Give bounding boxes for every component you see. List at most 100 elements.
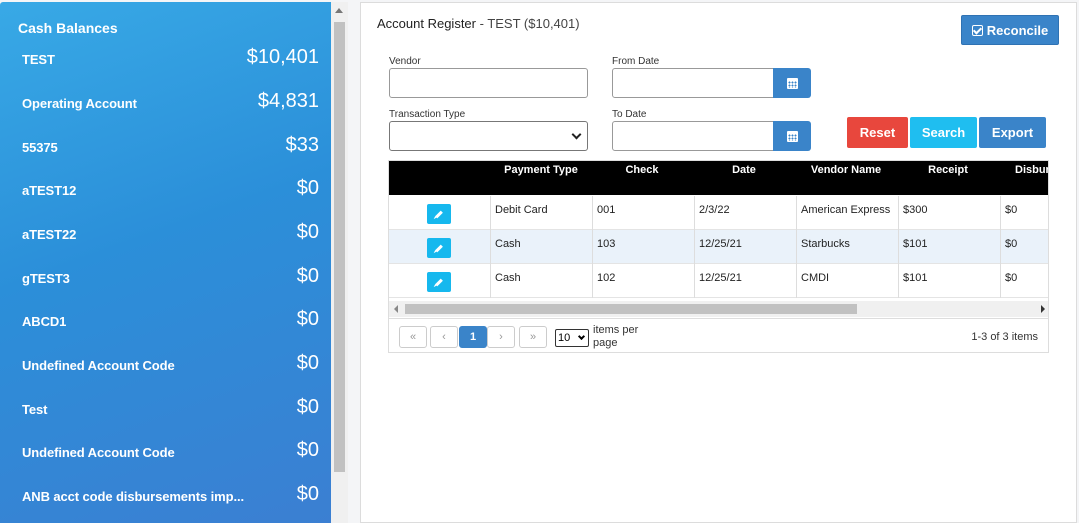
chevron-down-icon: [577, 332, 586, 341]
account-item[interactable]: ABCD1 $0: [0, 302, 331, 342]
account-name: TEST: [22, 52, 55, 67]
table-row: Debit Card 001 2/3/22 American Express $…: [389, 196, 1048, 230]
next-page-button[interactable]: ›: [487, 326, 515, 348]
column-header-check[interactable]: Check: [592, 164, 692, 176]
account-name: 55375: [22, 140, 58, 155]
pencil-icon: [435, 278, 443, 286]
sidebar-title: Cash Balances: [18, 20, 118, 36]
account-item[interactable]: Test $0: [0, 390, 331, 430]
page-title: Account Register - TEST ($10,401): [377, 16, 580, 31]
check-cell: 001: [592, 196, 694, 230]
account-item[interactable]: Operating Account $4,831: [0, 84, 331, 124]
page-button-current[interactable]: 1: [459, 326, 487, 348]
account-balance: $4,831: [257, 90, 319, 112]
grid-header: Payment Type Check Date Vendor Name Rece…: [389, 161, 1048, 195]
transaction-type-label: Transaction Type: [389, 109, 466, 120]
calendar-icon: [786, 130, 798, 142]
sidebar-scrollbar[interactable]: [331, 2, 348, 523]
column-header-disbursement[interactable]: Disbur: [1000, 164, 1048, 176]
account-item[interactable]: aTEST22 $0: [0, 215, 331, 255]
vendor-cell: American Express: [796, 196, 898, 230]
account-balance: $33: [285, 134, 319, 156]
account-name: Test: [22, 402, 48, 417]
account-item[interactable]: aTEST12 $0: [0, 171, 331, 211]
edit-button[interactable]: [427, 204, 451, 224]
page-title-account: - TEST ($10,401): [476, 16, 580, 31]
scroll-left-icon[interactable]: [394, 305, 398, 313]
scroll-right-icon[interactable]: [1041, 305, 1045, 313]
account-item[interactable]: ANB acct code disbursements imp... $0: [0, 477, 331, 517]
date-cell: 12/25/21: [694, 264, 796, 298]
column-header-receipt[interactable]: Receipt: [898, 164, 998, 176]
account-item[interactable]: TEST $10,401: [0, 40, 331, 80]
payment-type-cell: Debit Card: [490, 196, 592, 230]
edit-button[interactable]: [427, 238, 451, 258]
column-header-date[interactable]: Date: [694, 164, 794, 176]
disbursement-cell: $0: [1000, 196, 1048, 230]
check-cell: 102: [592, 264, 694, 298]
transaction-type-select[interactable]: [389, 121, 588, 151]
receipt-cell: $101: [898, 230, 1000, 264]
from-date-input[interactable]: [612, 68, 774, 98]
previous-page-button[interactable]: ‹: [430, 326, 458, 348]
pencil-icon: [435, 244, 443, 252]
transactions-grid: Payment Type Check Date Vendor Name Rece…: [388, 160, 1049, 353]
to-date-picker-button[interactable]: [773, 121, 811, 151]
last-page-button[interactable]: »: [519, 326, 547, 348]
reconcile-button[interactable]: Reconcile: [961, 15, 1059, 45]
scroll-up-icon[interactable]: [335, 8, 343, 13]
receipt-cell: $101: [898, 264, 1000, 298]
from-date-picker-button[interactable]: [773, 68, 811, 98]
account-balance: $0: [296, 177, 319, 199]
to-date-input[interactable]: [612, 121, 774, 151]
search-button[interactable]: Search: [910, 117, 977, 148]
account-name: Undefined Account Code: [22, 358, 175, 373]
from-date-label: From Date: [612, 56, 660, 67]
account-balance: $0: [296, 439, 319, 461]
export-button[interactable]: Export: [979, 117, 1046, 148]
account-register-panel: Account Register - TEST ($10,401) Reconc…: [360, 2, 1077, 523]
account-name: aTEST22: [22, 227, 77, 242]
reset-button[interactable]: Reset: [847, 117, 908, 148]
account-item[interactable]: 55375 $33: [0, 128, 331, 168]
grid-horizontal-scrollbar[interactable]: [389, 301, 1048, 317]
pencil-icon: [435, 210, 443, 218]
items-per-page-label: items per page: [593, 324, 639, 349]
account-name: gTEST3: [22, 271, 70, 286]
column-header-payment-type[interactable]: Payment Type: [491, 164, 591, 176]
scrollbar-thumb[interactable]: [334, 22, 345, 472]
account-item[interactable]: Undefined Account Code $0: [0, 346, 331, 386]
account-balance: $0: [296, 483, 319, 505]
check-cell: 103: [592, 230, 694, 264]
account-name: Operating Account: [22, 96, 137, 111]
vendor-input[interactable]: [389, 68, 588, 98]
cash-balances-sidebar: Cash Balances TEST $10,401 Operating Acc…: [0, 2, 331, 523]
page-size-value: 10: [558, 332, 571, 344]
account-balance: $0: [296, 396, 319, 418]
table-row: Cash 103 12/25/21 Starbucks $101 $0: [389, 230, 1048, 264]
account-balance: $10,401: [246, 46, 319, 68]
account-balance: $0: [296, 221, 319, 243]
disbursement-cell: $0: [1000, 230, 1048, 264]
table-row: Cash 102 12/25/21 CMDI $101 $0: [389, 264, 1048, 298]
account-name: Undefined Account Code: [22, 445, 175, 460]
payment-type-cell: Cash: [490, 230, 592, 264]
account-item[interactable]: gTEST3 $0: [0, 259, 331, 299]
receipt-cell: $300: [898, 196, 1000, 230]
page-size-select[interactable]: 10: [555, 329, 589, 347]
chevron-down-icon: [571, 129, 582, 140]
pager-info: 1-3 of 3 items: [971, 331, 1038, 343]
account-balance: $0: [296, 352, 319, 374]
first-page-button[interactable]: «: [399, 326, 427, 348]
account-balance: $0: [296, 265, 319, 287]
vendor-label: Vendor: [389, 56, 421, 67]
column-header-vendor-name[interactable]: Vendor Name: [796, 164, 896, 176]
account-item[interactable]: Undefined Account Code $0: [0, 433, 331, 473]
grid-pager: « ‹ 1 › » 10 items per page 1-3 of 3 ite…: [389, 318, 1048, 352]
reconcile-label: Reconcile: [986, 22, 1049, 38]
scrollbar-thumb[interactable]: [405, 304, 857, 314]
account-name: ABCD1: [22, 314, 67, 329]
edit-button[interactable]: [427, 272, 451, 292]
account-name: ANB acct code disbursements imp...: [22, 489, 244, 504]
vendor-cell: CMDI: [796, 264, 898, 298]
